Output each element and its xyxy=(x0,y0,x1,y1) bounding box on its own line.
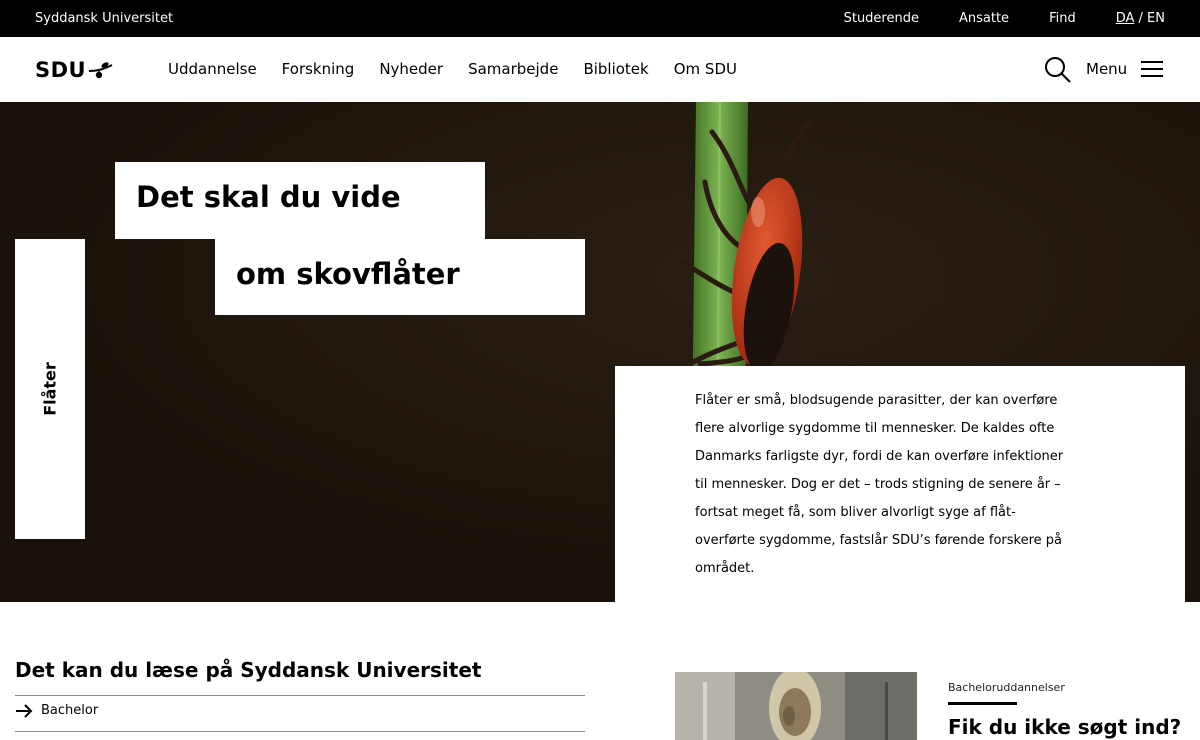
logo-text: SDU xyxy=(35,58,87,82)
lang-da-link[interactable]: DA xyxy=(1116,11,1135,26)
anatomy-model-photo xyxy=(675,672,917,740)
promo-title-link[interactable]: Fik du ikke søgt ind? xyxy=(948,715,1181,739)
lang-separator: / xyxy=(1134,11,1148,26)
utility-link-find[interactable]: Find xyxy=(1049,11,1076,26)
divider xyxy=(15,695,585,696)
utility-link-ansatte[interactable]: Ansatte xyxy=(959,11,1009,26)
nav-om-sdu[interactable]: Om SDU xyxy=(674,60,737,78)
olive-branch-icon xyxy=(89,62,113,79)
main-nav: Uddannelse Forskning Nyheder Samarbejde … xyxy=(168,60,762,78)
hero-title-line1: Det skal du vide xyxy=(115,162,485,239)
nav-nyheder[interactable]: Nyheder xyxy=(379,60,443,78)
divider xyxy=(15,731,585,732)
nav-uddannelse[interactable]: Uddannelse xyxy=(168,60,257,78)
utility-link-studerende[interactable]: Studerende xyxy=(844,11,919,26)
promo-kicker: Bacheloruddannelser xyxy=(948,681,1065,694)
study-title: Det kan du læse på Syddansk Universitet xyxy=(15,658,482,682)
search-icon xyxy=(1045,57,1071,83)
study-link-bachelor[interactable]: Bachelor xyxy=(15,703,98,718)
promo-kicker-underline xyxy=(948,702,1017,705)
hero-title-text1: Det skal du vide xyxy=(136,180,401,214)
utility-brand[interactable]: Syddansk Universitet xyxy=(35,11,173,26)
menu-label: Menu xyxy=(1086,60,1128,78)
menu-button[interactable]: Menu xyxy=(1086,60,1164,78)
hero-section: Det skal du vide om skovflåter Flåter Fl… xyxy=(0,102,1200,602)
topic-tab[interactable]: Flåter xyxy=(15,239,85,539)
topic-tab-label: Flåter xyxy=(40,362,60,416)
search-button[interactable] xyxy=(1043,55,1073,85)
main-header: SDU Uddannelse Forskning Nyheder Samarbe… xyxy=(0,37,1200,102)
hero-title-text2: om skovflåter xyxy=(236,257,460,291)
nav-samarbejde[interactable]: Samarbejde xyxy=(468,60,558,78)
hero-description: Flåter er små, blodsugende parasitter, d… xyxy=(695,393,1064,576)
arrow-right-icon xyxy=(16,703,33,718)
language-switcher: DA / EN xyxy=(1116,11,1165,26)
study-link-label: Bachelor xyxy=(41,703,99,718)
hamburger-icon xyxy=(1141,61,1164,77)
nav-forskning[interactable]: Forskning xyxy=(282,60,355,78)
promo-image[interactable] xyxy=(675,672,917,740)
sdu-logo[interactable]: SDU xyxy=(35,57,114,83)
hero-description-box: Flåter er små, blodsugende parasitter, d… xyxy=(615,366,1185,602)
nav-bibliotek[interactable]: Bibliotek xyxy=(583,60,648,78)
lang-en-link[interactable]: EN xyxy=(1147,11,1165,26)
study-section: Det kan du læse på Syddansk Universitet … xyxy=(0,602,1200,740)
hero-title-line2: om skovflåter xyxy=(215,239,585,315)
utility-bar: Syddansk Universitet Studerende Ansatte … xyxy=(0,0,1200,37)
utility-links: Studerende Ansatte Find DA / EN xyxy=(804,11,1165,26)
